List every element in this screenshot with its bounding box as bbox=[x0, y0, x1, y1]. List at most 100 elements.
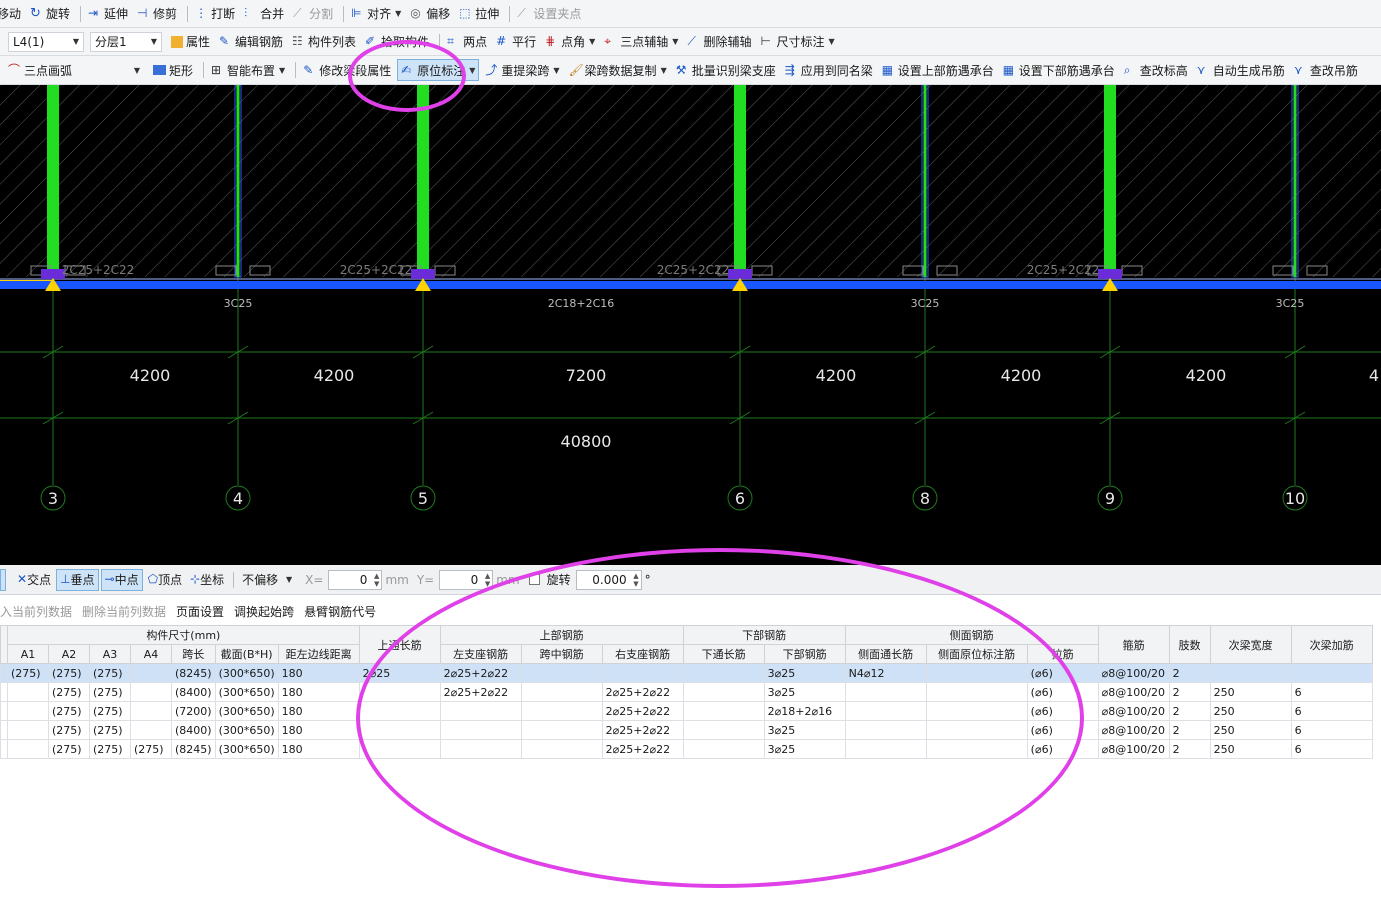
table-row[interactable]: (275) (275) (7200) (300*650) 180 2⌀25+2⌀22 2⌀1… bbox=[0, 701, 1373, 721]
table-cell[interactable] bbox=[1209, 663, 1292, 683]
table-cell[interactable]: (8245) bbox=[171, 663, 216, 683]
table-cell[interactable]: 2⌀18+2⌀16 bbox=[763, 701, 846, 721]
table-cell[interactable] bbox=[925, 720, 1028, 740]
re-extract-span-button[interactable]: ⤴ 重提梁跨 ▼ bbox=[482, 59, 562, 81]
table-cell[interactable]: 180 bbox=[277, 720, 360, 740]
table-cell[interactable]: 6 bbox=[1290, 682, 1373, 702]
cantilever-code-button[interactable]: 悬臂钢筋代号 bbox=[304, 603, 376, 620]
break-button[interactable]: ⋮ 打断 bbox=[192, 3, 238, 25]
table-cell[interactable]: (⌀6) bbox=[1026, 720, 1099, 740]
table-cell[interactable]: 180 bbox=[277, 701, 360, 721]
pick-component-button[interactable]: ✐ 拾取构件 bbox=[362, 31, 432, 53]
table-cell[interactable]: N4⌀12 bbox=[844, 663, 927, 683]
table-cell[interactable]: 2⌀25+2⌀22 bbox=[601, 682, 684, 702]
table-cell[interactable] bbox=[439, 720, 522, 740]
table-cell[interactable]: (275) bbox=[130, 739, 172, 759]
delete-axis-button[interactable]: ⟋ 删除辅轴 bbox=[684, 31, 754, 53]
table-cell[interactable]: 180 bbox=[277, 663, 360, 683]
insert-column-button[interactable]: 入当前列数据 bbox=[0, 603, 72, 620]
set-grip-button[interactable]: ⟋ 设置夹点 bbox=[514, 3, 584, 25]
table-cell[interactable] bbox=[844, 701, 927, 721]
table-cell[interactable]: (275) bbox=[89, 663, 131, 683]
rotate-button[interactable]: ↻ 旋转 bbox=[27, 3, 73, 25]
table-row[interactable]: (275) (275) (275) (8245) (300*650) 180 2⌀25 2⌀2… bbox=[0, 663, 1373, 683]
smart-layout-button[interactable]: ⊞ 智能布置 ▼ bbox=[208, 59, 288, 81]
table-cell[interactable]: (275) bbox=[48, 663, 90, 683]
table-cell[interactable]: (275) bbox=[89, 739, 131, 759]
table-cell[interactable]: 2 bbox=[1168, 739, 1211, 759]
apply-same-name-button[interactable]: ⇶ 应用到同名梁 bbox=[782, 59, 876, 81]
table-row[interactable]: (275) (275) (275) (8245) (300*650) 180 2⌀25+2⌀… bbox=[0, 739, 1373, 759]
table-cell[interactable]: 3⌀25 bbox=[763, 720, 846, 740]
table-cell[interactable]: (⌀6) bbox=[1026, 682, 1099, 702]
check-elevation-button[interactable]: ⌕ 查改标高 bbox=[1121, 59, 1191, 81]
table-cell[interactable] bbox=[130, 682, 172, 702]
snap-midpoint-button[interactable]: ⊸ 中点 bbox=[100, 568, 143, 591]
trim-button[interactable]: ⊣ 修剪 bbox=[134, 3, 180, 25]
stretch-button[interactable]: ⬚ 拉伸 bbox=[456, 3, 502, 25]
table-cell[interactable]: 3⌀25 bbox=[763, 682, 846, 702]
table-cell[interactable]: ⌀8@100/20 bbox=[1097, 663, 1170, 683]
three-point-axis-button[interactable]: ⌖ 三点辅轴 ▼ bbox=[601, 31, 681, 53]
table-cell[interactable]: (275) bbox=[89, 682, 131, 702]
table-cell[interactable]: (300*650) bbox=[214, 682, 279, 702]
table-cell[interactable]: (300*650) bbox=[214, 739, 279, 759]
rotate-input[interactable]: 0.000 ▲ ▼ bbox=[575, 569, 642, 590]
snap-perpendicular-button[interactable]: ⊥ 垂点 bbox=[56, 568, 99, 591]
component-list-button[interactable]: ☷ 构件列表 bbox=[289, 31, 359, 53]
table-cell[interactable]: 2 bbox=[1168, 682, 1211, 702]
table-cell[interactable] bbox=[130, 663, 172, 683]
table-cell[interactable]: (7200) bbox=[171, 701, 216, 721]
y-input[interactable]: 0 ▲ ▼ bbox=[439, 569, 494, 590]
table-cell[interactable] bbox=[925, 682, 1028, 702]
table-cell[interactable] bbox=[520, 701, 603, 721]
table-cell[interactable]: ⌀8@100/20 bbox=[1097, 739, 1170, 759]
table-cell[interactable]: (⌀6) bbox=[1026, 663, 1099, 683]
move-button[interactable]: 移动 bbox=[0, 3, 24, 25]
table-cell[interactable] bbox=[682, 701, 765, 721]
table-cell[interactable]: ⌀8@100/20 bbox=[1097, 701, 1170, 721]
table-cell[interactable] bbox=[439, 701, 522, 721]
spinner-icon[interactable]: ▲ ▼ bbox=[485, 572, 490, 588]
table-cell[interactable]: (275) bbox=[89, 720, 131, 740]
spinner-icon[interactable]: ▲ ▼ bbox=[374, 572, 379, 588]
table-cell[interactable]: (300*650) bbox=[214, 663, 279, 683]
table-cell[interactable]: (300*650) bbox=[214, 701, 279, 721]
table-cell[interactable]: 3⌀25 bbox=[763, 663, 846, 683]
table-cell[interactable] bbox=[358, 701, 441, 721]
two-point-axis-button[interactable]: ⌗ 两点 bbox=[444, 31, 490, 53]
table-cell[interactable] bbox=[439, 739, 522, 759]
table-cell[interactable]: 180 bbox=[277, 682, 360, 702]
table-cell[interactable] bbox=[844, 739, 927, 759]
top-rebar-cap-button[interactable]: ▦ 设置上部筋遇承台 bbox=[879, 59, 997, 81]
table-cell[interactable] bbox=[358, 739, 441, 759]
table-cell[interactable] bbox=[925, 701, 1028, 721]
table-cell[interactable] bbox=[520, 682, 603, 702]
rectangle-button[interactable]: 矩形 bbox=[150, 59, 196, 81]
table-cell[interactable]: (275) bbox=[48, 701, 90, 721]
table-cell[interactable]: 2⌀25+2⌀22 bbox=[601, 720, 684, 740]
in-situ-annotation-button[interactable]: ✍ 原位标注 ▼ bbox=[397, 59, 480, 81]
table-cell[interactable]: (275) bbox=[48, 682, 90, 702]
extend-button[interactable]: ⇥ 延伸 bbox=[85, 3, 131, 25]
table-cell[interactable]: 180 bbox=[277, 739, 360, 759]
table-cell[interactable] bbox=[925, 663, 1028, 683]
table-cell[interactable]: (275) bbox=[89, 701, 131, 721]
batch-identify-support-button[interactable]: ⚒ 批量识别梁支座 bbox=[673, 59, 779, 81]
point-angle-button[interactable]: ⋕ 点角 ▼ bbox=[542, 31, 598, 53]
arc-select[interactable]: ⌒ 三点画弧 ▼ bbox=[4, 60, 144, 80]
rotate-checkbox[interactable] bbox=[528, 574, 540, 585]
align-button[interactable]: ⊫ 对齐 ▼ bbox=[348, 3, 404, 25]
snap-toggle[interactable] bbox=[0, 568, 6, 591]
table-cell[interactable] bbox=[844, 682, 927, 702]
modify-beam-segment-button[interactable]: ✎ 修改梁段属性 bbox=[300, 59, 394, 81]
table-cell[interactable]: 2⌀25+2⌀22 bbox=[439, 663, 522, 683]
table-cell[interactable]: 3⌀25 bbox=[763, 739, 846, 759]
page-setup-button[interactable]: 页面设置 bbox=[176, 603, 224, 620]
table-cell[interactable]: ⌀8@100/20 bbox=[1097, 682, 1170, 702]
bottom-rebar-cap-button[interactable]: ▦ 设置下部筋遇承台 bbox=[1000, 59, 1118, 81]
table-cell[interactable] bbox=[682, 682, 765, 702]
parallel-axis-button[interactable]: # 平行 bbox=[493, 31, 539, 53]
table-cell[interactable]: (8400) bbox=[171, 720, 216, 740]
auto-hanger-button[interactable]: ⋎ 自动生成吊筋 bbox=[1194, 59, 1288, 81]
